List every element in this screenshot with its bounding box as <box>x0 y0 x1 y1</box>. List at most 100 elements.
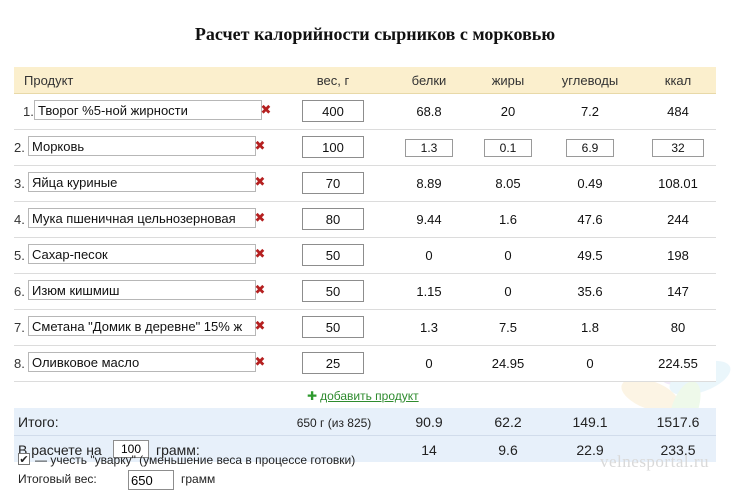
protein-value: 9.44 <box>416 212 442 227</box>
row-index: 4. <box>14 212 25 227</box>
fat-value: 24.95 <box>491 356 525 371</box>
delete-icon[interactable]: ✖ <box>254 211 266 225</box>
col-fat: жиры <box>491 73 525 88</box>
product-name-input[interactable] <box>28 208 256 228</box>
delete-icon[interactable]: ✖ <box>254 355 266 369</box>
product-name-input[interactable] <box>28 136 256 156</box>
row-index: 7. <box>14 320 25 335</box>
add-product-row: ✚ добавить продукт <box>14 382 716 408</box>
totals-protein: 90.9 <box>415 414 443 430</box>
product-name-input[interactable] <box>28 352 256 372</box>
product-name-input[interactable] <box>28 316 256 336</box>
kcal-value: 224.55 <box>658 356 698 371</box>
table-row: 4. ✖ 9.44 1.6 47.6 244 <box>14 202 716 238</box>
calorie-table: Продукт вес, г белки жиры углеводы ккал … <box>14 67 716 462</box>
weight-input[interactable] <box>302 136 364 158</box>
kcal-value: 147 <box>667 284 689 299</box>
carbs-value: 0.49 <box>577 176 603 191</box>
evaporation-label: — учесть "уварку" (уменьшение веса в про… <box>35 453 356 467</box>
final-weight-label: Итоговый вес: <box>18 472 97 486</box>
protein-value: 0 <box>425 356 433 371</box>
kcal-input[interactable] <box>652 139 704 157</box>
row-index: 6. <box>14 284 25 299</box>
fat-value: 1.6 <box>498 212 518 227</box>
col-carbs: углеводы <box>561 73 619 88</box>
product-name-input[interactable] <box>28 280 256 300</box>
totals-row: Итого: 650 г (из 825) 90.9 62.2 149.1 15… <box>14 408 716 436</box>
carbs-value: 35.6 <box>577 284 603 299</box>
delete-icon[interactable]: ✖ <box>254 319 266 333</box>
totals-carbs: 149.1 <box>572 414 608 430</box>
table-header: Продукт вес, г белки жиры углеводы ккал <box>14 67 716 94</box>
totals-weight: 650 г (из 825) <box>296 416 372 430</box>
weight-input[interactable] <box>302 208 364 230</box>
per-fat: 9.6 <box>498 442 518 458</box>
carbs-value: 0 <box>586 356 594 371</box>
table-row: 1. ✖ 68.8 20 7.2 484 <box>14 94 716 130</box>
carbs-value: 7.2 <box>580 104 600 119</box>
weight-input[interactable] <box>302 316 364 338</box>
table-row: 2. ✖ <box>14 130 716 166</box>
weight-input[interactable] <box>302 100 364 122</box>
kcal-value: 484 <box>667 104 689 119</box>
table-row: 6. ✖ 1.15 0 35.6 147 <box>14 274 716 310</box>
row-index: 3. <box>14 176 25 191</box>
weight-input[interactable] <box>302 352 364 374</box>
kcal-value: 198 <box>667 248 689 263</box>
delete-icon[interactable]: ✖ <box>254 139 266 153</box>
final-weight-unit: грамм <box>181 472 216 486</box>
protein-value: 8.89 <box>416 176 442 191</box>
final-weight: Итоговый вес: грамм <box>18 470 215 490</box>
product-name-input[interactable] <box>28 172 256 192</box>
row-index: 5. <box>14 248 25 263</box>
page-title: Расчет калорийности сырников с морковью <box>194 24 556 44</box>
protein-input[interactable] <box>405 139 453 157</box>
table-row: 8. ✖ 0 24.95 0 224.55 <box>14 346 716 382</box>
carbs-value: 47.6 <box>577 212 603 227</box>
fat-value: 0 <box>504 248 512 263</box>
fat-value: 20 <box>500 104 516 119</box>
per-protein: 14 <box>421 442 437 458</box>
carbs-value: 1.8 <box>580 320 600 335</box>
totals-kcal: 1517.6 <box>656 414 700 430</box>
delete-icon[interactable]: ✖ <box>254 247 266 261</box>
add-product-link[interactable]: ✚ добавить продукт <box>307 389 419 403</box>
protein-value: 1.3 <box>419 320 439 335</box>
col-kcal: ккал <box>664 73 692 88</box>
protein-value: 1.15 <box>416 284 442 299</box>
weight-input[interactable] <box>302 172 364 194</box>
watermark: velnesportal.ru <box>600 452 709 471</box>
table-row: 7. ✖ 1.3 7.5 1.8 80 <box>14 310 716 346</box>
delete-icon[interactable]: ✖ <box>254 283 266 297</box>
totals-fat: 62.2 <box>494 414 522 430</box>
totals-label: Итого: <box>18 414 59 430</box>
fat-value: 0 <box>504 284 512 299</box>
col-weight: вес, г <box>316 73 350 88</box>
table-row: 3. ✖ 8.89 8.05 0.49 108.01 <box>14 166 716 202</box>
col-product: Продукт <box>24 73 74 88</box>
delete-icon[interactable]: ✖ <box>254 175 266 189</box>
evaporation-checkbox[interactable]: ✔ <box>18 453 30 466</box>
carbs-input[interactable] <box>566 139 614 157</box>
row-index: 1. <box>23 104 34 119</box>
carbs-value: 49.5 <box>577 248 603 263</box>
product-name-input[interactable] <box>28 244 256 264</box>
plus-icon: ✚ <box>307 389 318 403</box>
delete-icon[interactable]: ✖ <box>260 103 272 117</box>
table-row: 5. ✖ 0 0 49.5 198 <box>14 238 716 274</box>
kcal-value: 80 <box>670 320 686 335</box>
protein-value: 0 <box>425 248 433 263</box>
final-weight-input[interactable] <box>128 470 174 490</box>
add-product-label: добавить продукт <box>320 389 419 403</box>
col-protein: белки <box>411 73 447 88</box>
fat-value: 7.5 <box>498 320 518 335</box>
kcal-value: 244 <box>667 212 689 227</box>
weight-input[interactable] <box>302 244 364 266</box>
fat-input[interactable] <box>484 139 532 157</box>
kcal-value: 108.01 <box>658 176 698 191</box>
product-name-input[interactable] <box>34 100 262 120</box>
row-index: 2. <box>14 140 25 155</box>
fat-value: 8.05 <box>495 176 521 191</box>
row-index: 8. <box>14 356 25 371</box>
weight-input[interactable] <box>302 280 364 302</box>
